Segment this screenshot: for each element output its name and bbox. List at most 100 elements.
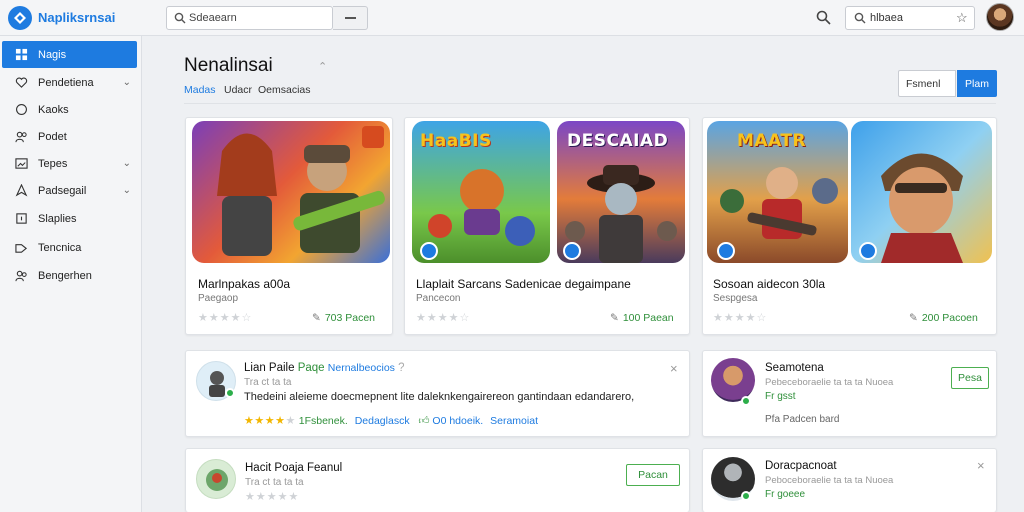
game-thumbnail[interactable]: DESCAIAD [557,121,685,263]
close-icon[interactable]: × [670,361,678,376]
user-search-box[interactable]: hlbaea ☆ [845,6,975,30]
sort-apply-button[interactable]: Plam [957,70,997,97]
action-link[interactable]: O0 hdoeik. [432,415,483,427]
game-subtitle: Sespgesa [713,293,758,304]
tab-udacr[interactable]: Udacr [224,84,252,96]
sidebar-item-nagis[interactable]: Nagis [2,41,137,68]
post-author-link[interactable]: Nernalbeocios [328,362,395,374]
game-thumbnail[interactable]: MAATR [707,121,848,263]
feed-post-card[interactable]: Hacit Poaja Feanul Tra ct ta ta ta ★★★★★… [185,448,690,512]
review-link[interactable]: ✎ 100 Paean [610,312,674,324]
platform-badge-icon [717,242,735,260]
sidebar-item-tepes[interactable]: Tepes ⌄ [2,150,137,177]
top-bar: Napliksrnsai hlbaea ☆ [0,0,1024,36]
suggestion-status: Fr goeee [765,489,806,500]
sidebar-item-bengerhen[interactable]: Bengerhen [2,262,137,289]
sidebar-item-label: Slaplies [38,212,77,225]
thumbs-up-icon[interactable]: 👍︎ [419,415,430,427]
search-submit-button[interactable] [333,6,368,30]
post-meta: Tra ct ta ta ta [245,477,304,488]
thumbnail-title: HaaBIS [420,131,492,151]
suggestion-card[interactable]: Doracpacnoat Peboceboraelie ta ta ta Nuo… [702,448,997,512]
game-card[interactable]: HaaBIS DESCAIAD Llaplait Sarcans Sadenic… [404,117,690,335]
suggestion-avatar[interactable] [711,358,755,402]
heart-icon [14,76,28,90]
game-title[interactable]: Marlnpakas a00a [198,277,290,291]
game-thumbnail[interactable] [192,121,390,263]
game-artwork [881,153,963,263]
suggestion-card[interactable]: Seamotena Pebeceboraelie ta ta ta Nuoea … [702,350,997,437]
feed-post-card[interactable]: Lian Paile Paqe Nernalbeocios ? Tra ct t… [185,350,690,437]
people-icon [14,269,28,283]
sidebar-item-pendetiena[interactable]: Pendetiena ⌄ [2,69,137,96]
chevron-down-icon[interactable]: ⌄ [123,158,131,169]
action-link[interactable]: Seramoiat [490,415,538,427]
follow-button[interactable]: Pacan [626,464,680,486]
sidebar-item-podet[interactable]: Podet [2,123,137,150]
tab-madas[interactable]: Madas [184,84,216,96]
tab-oemsacias[interactable]: Oemsacias [258,84,311,96]
game-card[interactable]: MAATR Sosoan aidecon 30la Sespgesa ★★★★☆… [702,117,997,335]
post-meta: Tra ct ta ta [244,377,292,388]
action-link[interactable]: Dedaglasck [355,415,410,427]
search-input[interactable] [189,10,329,26]
rating-label[interactable]: 1Fsbenek. [299,415,348,427]
game-title[interactable]: Llaplait Sarcans Sadenicae degaimpane [416,277,631,291]
platform-badge-icon [859,242,877,260]
sidebar-item-label: Kaoks [38,103,69,116]
sidebar-item-slaplies[interactable]: Slaplies [2,205,137,232]
image-icon [14,157,28,171]
search-box[interactable] [166,6,333,30]
suggestion-tag[interactable]: Pfa Padcen bard [765,414,840,425]
chevron-down-icon[interactable]: ⌄ [123,77,131,88]
close-icon[interactable]: × [977,458,985,473]
chevron-up-icon[interactable]: ⌃ [318,60,327,73]
chevron-down-icon[interactable]: ⌄ [123,185,131,196]
pencil-icon: ✎ [909,312,918,324]
game-subtitle: Pancecon [416,293,461,304]
tag-icon [14,241,28,255]
review-count: 100 Paean [622,312,674,324]
app-logo-icon[interactable] [8,6,32,30]
post-author-tag: Paqe [297,362,325,374]
sidebar-item-padsegail[interactable]: Padsegail ⌄ [2,177,137,204]
game-subtitle: Paegaop [198,293,239,304]
star-icon[interactable]: ☆ [956,10,968,26]
post-author-name[interactable]: Hacit Poaja Feanul [245,462,342,474]
platform-badge-icon [563,242,581,260]
search-icon [174,12,186,24]
sidebar-item-label: Pendetiena [38,76,94,89]
sidebar-item-kaoks[interactable]: Kaoks [2,96,137,123]
post-body: Thedeini aleieme doecmepnent lite dalekn… [244,391,635,403]
review-link[interactable]: ✎ 200 Pacoen [909,312,978,324]
thumbnail-title: MAATR [737,131,807,151]
suggestion-meta: Peboceboraelie ta ta ta Nuoea [765,475,894,486]
post-actions: ★★★★★ 1Fsbenek. Dedaglasck 👍︎ O0 hdoeik.… [244,414,538,427]
game-title[interactable]: Sosoan aidecon 30la [713,277,825,291]
sidebar: Nagis Pendetiena ⌄ Kaoks Podet Tepes ⌄ P… [0,36,142,512]
post-author[interactable]: Lian Paile Paqe Nernalbeocios ? [244,362,405,374]
thumbnail-title: DESCAIAD [567,131,669,151]
review-link[interactable]: ✎ 703 Pacen [312,312,375,324]
search-icon [854,12,866,24]
people-icon [14,130,28,144]
minus-icon [344,17,356,19]
suggestion-name[interactable]: Doracpacnoat [765,460,837,472]
circle-icon [14,103,28,117]
app-brand[interactable]: Napliksrnsai [38,10,115,25]
follow-button[interactable]: Pesa [951,367,989,389]
sort-select[interactable]: Fsmenl [898,70,956,97]
suggestion-name[interactable]: Seamotena [765,362,824,374]
post-author-avatar[interactable] [196,459,236,499]
sidebar-item-tencnica[interactable]: Tencnica [2,234,137,261]
help-icon[interactable]: ? [398,362,404,374]
rating-stars: ★★★★★ [245,491,300,503]
user-avatar[interactable] [986,3,1014,31]
game-thumbnail[interactable]: HaaBIS [412,121,550,263]
game-thumbnail[interactable] [851,121,992,263]
platform-badge-icon [420,242,438,260]
rating-stars: ★★★★☆ [416,312,471,324]
search-icon[interactable] [816,10,831,25]
game-card[interactable]: Marlnpakas a00a Paegaop ★★★★☆ ✎ 703 Pacen [185,117,393,335]
suggestion-meta: Pebeceboraelie ta ta ta Nuoea [765,377,894,388]
